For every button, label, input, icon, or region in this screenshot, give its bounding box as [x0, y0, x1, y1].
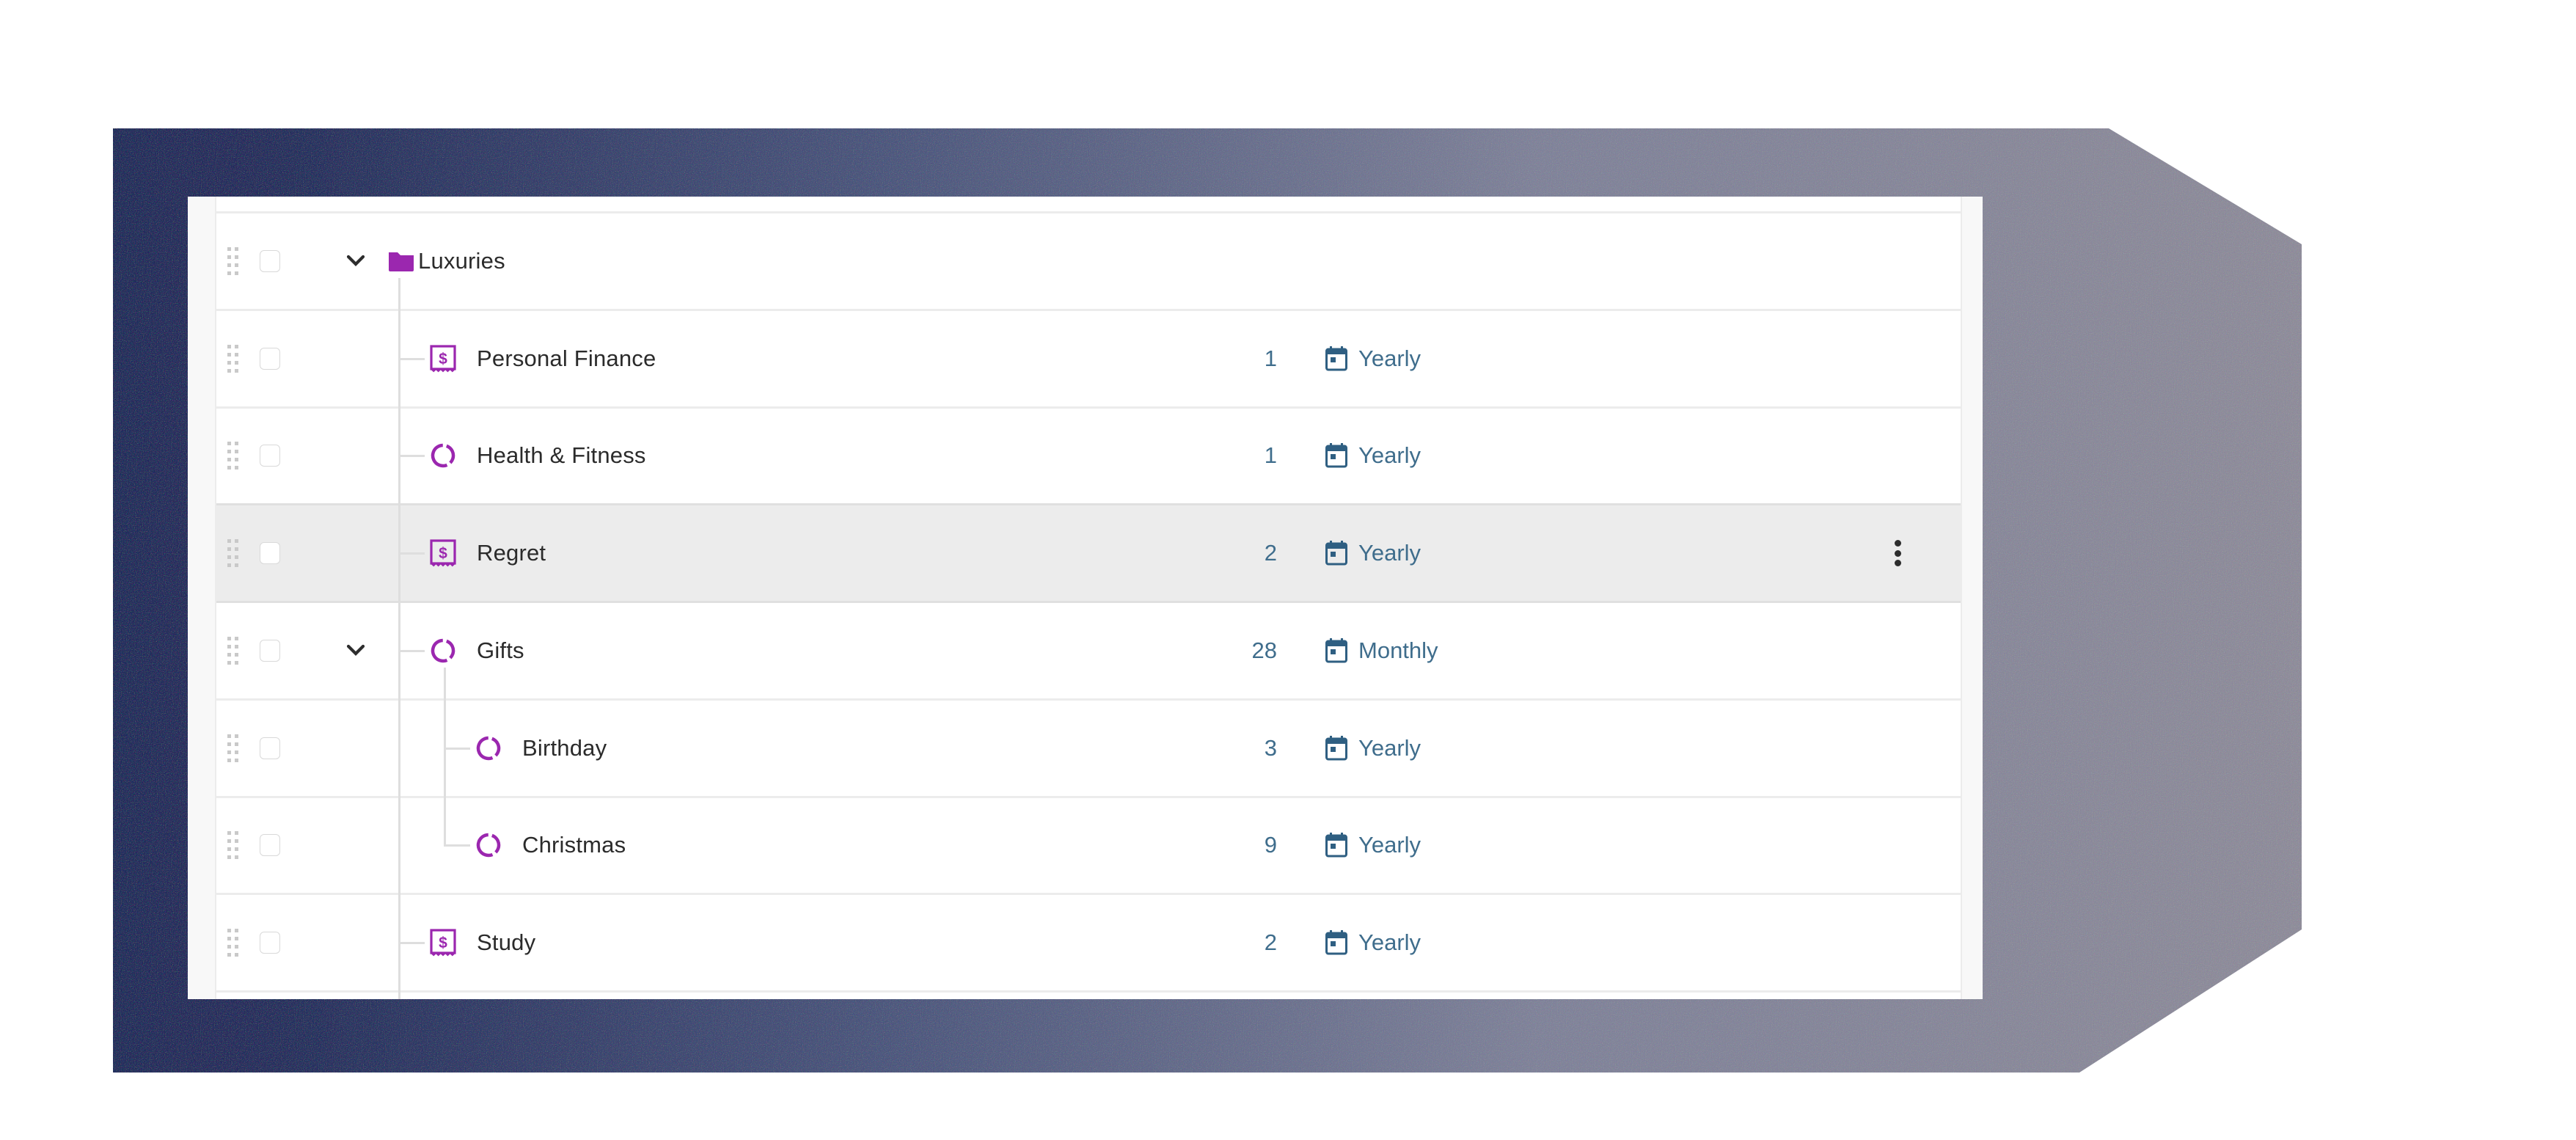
frequency-label: Yearly [1358, 832, 1421, 858]
frequency-label: Yearly [1358, 442, 1421, 469]
drag-handle-icon[interactable] [227, 928, 239, 957]
item-name: Birthday [522, 734, 607, 761]
frequency-label: Yearly [1358, 540, 1421, 566]
calendar-icon [1325, 637, 1347, 663]
item-count: 1 [1264, 345, 1277, 371]
item-count: 2 [1264, 929, 1277, 955]
more-options-icon[interactable] [1892, 540, 1903, 567]
tree-connector [444, 844, 470, 847]
item-count: 3 [1264, 734, 1277, 761]
frequency: Yearly [1325, 735, 1421, 761]
svg-text:$: $ [439, 351, 447, 368]
row-checkbox[interactable] [260, 542, 280, 565]
frequency-label: Yearly [1358, 734, 1421, 761]
tree-connector [398, 649, 425, 652]
svg-text:$: $ [439, 935, 447, 951]
receipt-dollar-icon: $ [430, 929, 456, 957]
table-row-christmas[interactable]: Christmas 9 Yearly [216, 797, 1961, 896]
frequency-label: Yearly [1358, 929, 1421, 955]
item-count: 2 [1264, 540, 1277, 566]
row-checkbox[interactable] [260, 445, 280, 467]
calendar-icon [1325, 443, 1347, 468]
table-row-health-fitness[interactable]: Health & Fitness 1 Yearly [216, 408, 1961, 506]
table-row-birthday[interactable]: Birthday 3 Yearly [216, 701, 1961, 798]
frequency: Yearly [1325, 929, 1421, 956]
drag-handle-icon[interactable] [227, 344, 239, 373]
tree-connector [398, 941, 425, 944]
row-checkbox[interactable] [260, 931, 280, 954]
table-row-study[interactable]: Study 2 Yearly $ [216, 895, 1961, 993]
tree-line-level-1 [398, 278, 400, 999]
calendar-icon [1325, 929, 1347, 955]
item-count: 28 [1251, 637, 1277, 663]
row-checkbox[interactable] [260, 639, 280, 662]
calendar-icon [1325, 833, 1347, 858]
calendar-icon [1325, 541, 1347, 566]
item-name: Health & Fitness [477, 442, 646, 469]
receipt-dollar-icon: $ [430, 539, 456, 567]
tree-connector [444, 747, 470, 750]
row-checkbox[interactable] [260, 834, 280, 857]
receipt-dollar-icon: $ [430, 345, 456, 373]
frequency: Yearly [1325, 346, 1421, 372]
folder-icon [389, 252, 414, 271]
chevron-down-icon[interactable] [345, 643, 366, 658]
calendar-icon [1325, 735, 1347, 760]
item-count: 1 [1264, 442, 1277, 469]
frequency: Yearly [1325, 832, 1421, 858]
drag-handle-icon[interactable] [227, 831, 239, 860]
tree-table: Luxuries Personal Finance 1 Yearly $ Hea… [215, 197, 1962, 999]
tree-line-level-2 [444, 668, 446, 847]
item-name: Gifts [477, 637, 524, 663]
svg-text:$: $ [439, 545, 447, 562]
drag-handle-icon[interactable] [227, 734, 239, 762]
progress-ring-icon [476, 736, 501, 760]
frequency: Monthly [1325, 637, 1438, 664]
item-name: Study [477, 929, 536, 955]
frequency: Yearly [1325, 442, 1421, 469]
calendar-icon [1325, 346, 1347, 371]
frequency-label: Yearly [1358, 345, 1421, 371]
item-count: 9 [1264, 832, 1277, 858]
item-name: Christmas [522, 832, 626, 858]
frequency-label: Monthly [1358, 637, 1438, 663]
frequency: Yearly [1325, 540, 1421, 566]
progress-ring-icon [476, 833, 501, 858]
tree-connector [398, 357, 425, 360]
row-checkbox[interactable] [260, 250, 280, 272]
drag-handle-icon[interactable] [227, 247, 239, 275]
item-name: Regret [477, 540, 546, 566]
drag-handle-icon[interactable] [227, 442, 239, 470]
table-row-regret[interactable]: Regret 2 Yearly $ [216, 503, 1961, 604]
table-row-luxuries[interactable]: Luxuries [216, 213, 1961, 311]
progress-ring-icon [431, 444, 455, 468]
tree-connector [398, 455, 425, 458]
progress-ring-icon [431, 638, 455, 663]
drag-handle-icon[interactable] [227, 539, 239, 568]
table-row-partial [216, 993, 1961, 999]
item-name: Personal Finance [477, 345, 656, 371]
tree-table-panel: Luxuries Personal Finance 1 Yearly $ Hea… [188, 197, 1983, 999]
row-checkbox[interactable] [260, 737, 280, 759]
item-name: Luxuries [418, 248, 505, 274]
tree-connector [398, 552, 425, 555]
row-checkbox[interactable] [260, 347, 280, 370]
chevron-down-icon[interactable] [345, 254, 366, 268]
table-row-personal-finance[interactable]: Personal Finance 1 Yearly $ [216, 311, 1961, 409]
drag-handle-icon[interactable] [227, 636, 239, 665]
table-row-gifts[interactable]: Gifts 28 Monthly [216, 603, 1961, 701]
